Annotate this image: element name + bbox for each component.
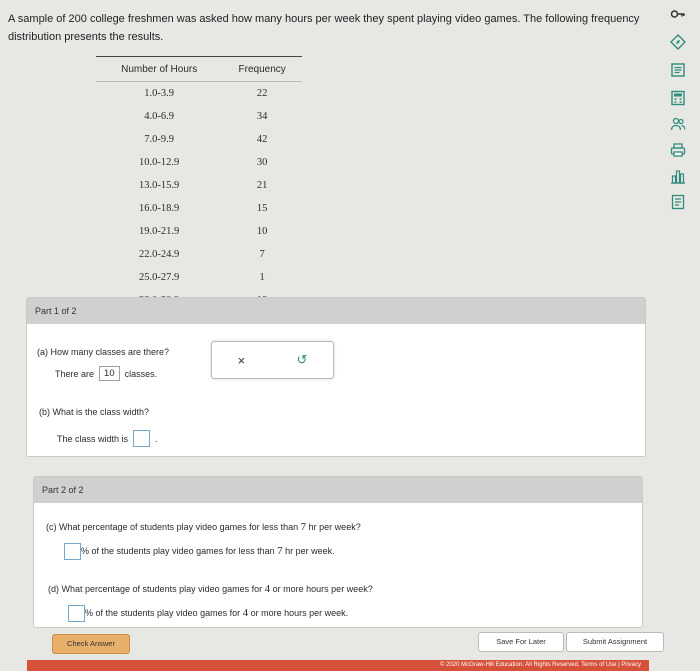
hours-cell: 25.0-27.9 [139, 272, 180, 283]
question-c: (c) What percentage of students play vid… [46, 521, 361, 533]
hours-cell: 10.0-12.9 [139, 157, 180, 168]
part-1-header: Part 1 of 2 [27, 298, 645, 324]
frequency-table: Number of Hours Frequency 1.0-3.9 22 4.0-… [96, 56, 302, 313]
answer-b-prefix: The class width is [57, 433, 129, 444]
answer-c-post: hr per week. [285, 545, 335, 556]
question-d: (d) What percentage of students play vid… [48, 583, 373, 595]
table-row: 13.0-15.9 21 [96, 174, 302, 197]
document-icon[interactable] [668, 192, 688, 212]
part-1-card: Part 1 of 2 (a) How many classes are the… [26, 297, 646, 457]
answer-actions: × ↺ [211, 341, 334, 379]
hours-cell: 4.0-6.9 [144, 111, 175, 122]
part-2-header: Part 2 of 2 [34, 477, 642, 503]
undo-button[interactable]: ↺ [296, 352, 307, 368]
answer-a-row: There are 10 classes. [55, 366, 157, 381]
frequency-cell: 21 [256, 180, 268, 191]
table-row: 4.0-6.9 34 [96, 105, 302, 128]
frequency-cell: 15 [256, 203, 268, 214]
table-row: 7.0-9.9 42 [96, 128, 302, 151]
header-hours: Number of Hours [96, 56, 223, 82]
answer-d-number: 4 [242, 606, 249, 619]
table-row: 25.0-27.9 1 [96, 266, 302, 289]
answer-c-pre: % of the students play video games for l… [81, 545, 275, 556]
ebook-icon[interactable] [668, 60, 688, 80]
hours-cell: 19.0-21.9 [139, 226, 180, 237]
classes-count-input[interactable]: 10 [99, 366, 120, 381]
part-2-card: Part 2 of 2 (c) What percentage of stude… [33, 476, 643, 628]
answer-c-row: % of the students play video games for l… [64, 543, 335, 560]
clear-button[interactable]: × [238, 353, 246, 368]
people-icon[interactable] [668, 114, 688, 134]
submit-assignment-button[interactable]: Submit Assignment [566, 632, 664, 652]
percent-4-or-more-input[interactable] [68, 605, 85, 622]
frequency-cell: 22 [256, 88, 268, 99]
question-a: (a) How many classes are there? [37, 347, 170, 357]
answer-d-pre: % of the students play video games for [85, 607, 241, 618]
hours-cell: 22.0-24.9 [139, 249, 180, 260]
question-c-post: hr per week? [308, 522, 361, 532]
question-c-pre: (c) What percentage of students play vid… [46, 522, 299, 532]
problem-intro: A sample of 200 college freshmen was ask… [8, 10, 648, 46]
table-row: 1.0-3.9 22 [96, 82, 302, 106]
footer-bar: © 2020 McGraw-Hill Education. All Rights… [27, 660, 649, 671]
frequency-cell: 34 [256, 111, 268, 122]
hours-cell: 7.0-9.9 [144, 134, 175, 145]
hours-cell: 13.0-15.9 [139, 180, 180, 191]
key-icon[interactable] [668, 4, 688, 24]
answer-c-number: 7 [277, 544, 283, 557]
table-row: 10.0-12.9 30 [96, 151, 302, 174]
intro-line-1: A sample of 200 college freshmen was ask… [8, 13, 640, 25]
answer-a-prefix: There are [55, 368, 95, 379]
tool-sidebar [656, 0, 700, 230]
hours-cell: 16.0-18.9 [139, 203, 180, 214]
answer-b-row: The class width is . [57, 430, 158, 447]
frequency-cell: 42 [256, 134, 268, 145]
frequency-cell: 30 [256, 157, 268, 168]
hours-cell: 1.0-3.9 [144, 88, 175, 99]
table-row: 22.0-24.9 7 [96, 243, 302, 266]
question-c-number: 7 [300, 521, 307, 533]
table-row: 16.0-18.9 15 [96, 197, 302, 220]
class-width-input[interactable] [133, 430, 151, 447]
print-icon[interactable] [668, 140, 688, 160]
question-d-number: 4 [264, 583, 271, 595]
compass-icon[interactable] [668, 32, 688, 52]
check-answer-button[interactable]: Check Answer [52, 634, 130, 654]
question-d-post: or more hours per week? [272, 584, 373, 594]
intro-line-2: distribution presents the results. [8, 31, 164, 43]
table-row: 19.0-21.9 10 [96, 220, 302, 243]
header-frequency: Frequency [222, 56, 302, 82]
chart-icon[interactable] [668, 166, 688, 186]
answer-d-post: or more hours per week. [250, 607, 349, 618]
answer-d-row: % of the students play video games for 4… [68, 605, 348, 622]
percent-less-than-7-input[interactable] [64, 543, 81, 560]
question-b: (b) What is the class width? [39, 407, 150, 417]
calculator-icon[interactable] [668, 88, 688, 108]
answer-a-suffix: classes. [124, 368, 158, 379]
answer-b-suffix: . [155, 433, 158, 444]
question-d-pre: (d) What percentage of students play vid… [48, 584, 263, 594]
frequency-cell: 1 [259, 272, 265, 283]
frequency-cell: 10 [256, 226, 268, 237]
save-for-later-button[interactable]: Save For Later [478, 632, 564, 652]
frequency-cell: 7 [259, 249, 265, 260]
